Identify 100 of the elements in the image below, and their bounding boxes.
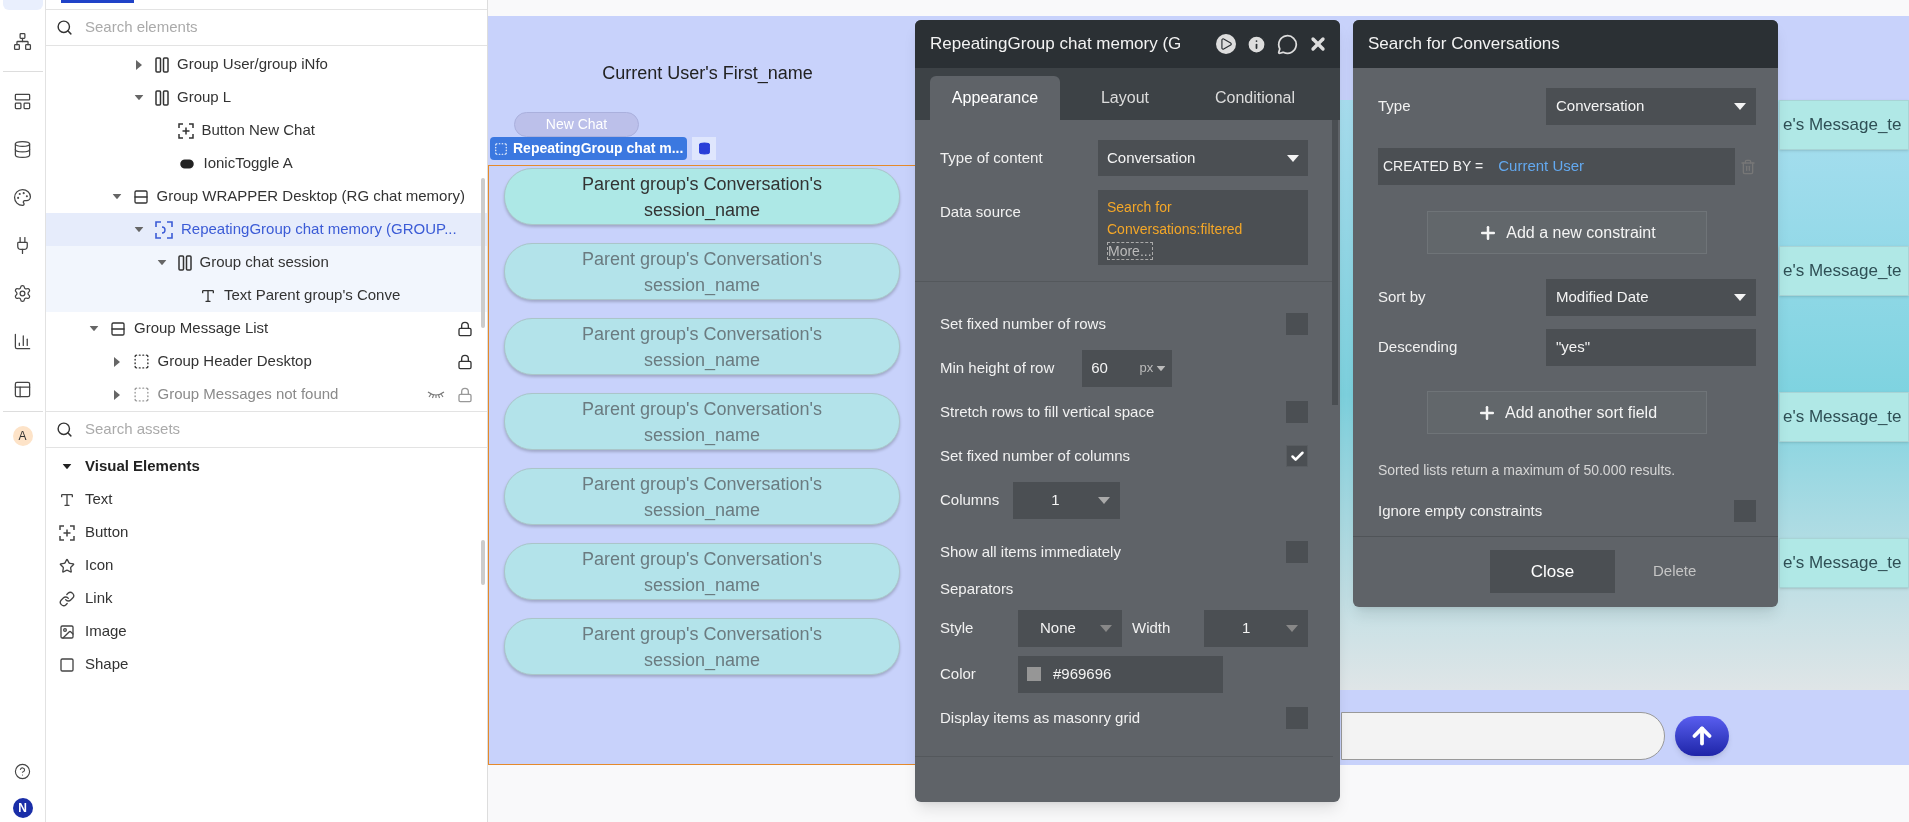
- settings-icon[interactable]: [13, 284, 32, 303]
- descending-field[interactable]: "yes": [1546, 329, 1756, 366]
- collapse-caret-icon: [157, 259, 166, 266]
- dashed-square-icon: [132, 353, 150, 370]
- tab[interactable]: Layout: [1060, 76, 1190, 120]
- expression-text: Search for Conversations:filtered: [1107, 199, 1243, 237]
- unit-dropdown[interactable]: px: [1139, 358, 1173, 378]
- session-cell: Parent group's Conversation's session_name: [504, 168, 900, 225]
- asset-item[interactable]: Text: [46, 483, 487, 516]
- asset-item[interactable]: Link: [46, 582, 487, 615]
- asset-item[interactable]: Shape: [46, 648, 487, 681]
- tree-item-label: Group Message List: [134, 318, 269, 339]
- checkbox[interactable]: [1286, 445, 1308, 467]
- message-bubble: e's Message_te: [1779, 392, 1909, 442]
- asset-item[interactable]: Image: [46, 615, 487, 648]
- tree-item[interactable]: RepeatingGroup chat memory (GROUP...: [46, 213, 487, 246]
- add-sort-button[interactable]: Add another sort field: [1427, 391, 1707, 434]
- field-label: Style: [940, 619, 974, 636]
- collapse-caret-icon: [112, 193, 121, 200]
- tree-item-label: Group User/group iNfo: [177, 54, 328, 75]
- window-title: Search for Conversations: [1368, 33, 1560, 56]
- info-icon[interactable]: [1246, 33, 1267, 55]
- account-avatar[interactable]: N: [12, 798, 33, 818]
- field-label: Columns: [940, 489, 1000, 510]
- bar-chart-icon[interactable]: [13, 332, 32, 351]
- dashed-square-icon: [132, 386, 150, 403]
- expand-caret-icon: [136, 59, 142, 70]
- user-avatar[interactable]: A: [12, 426, 33, 446]
- dropdown[interactable]: 1: [1013, 481, 1121, 519]
- caret-icon: [1098, 496, 1111, 504]
- text-icon: [59, 491, 75, 508]
- tree-item[interactable]: Text Parent group's Conve: [46, 279, 487, 312]
- expand-caret-icon: [113, 389, 120, 400]
- add-constraint-button[interactable]: Add a new constraint: [1427, 211, 1707, 254]
- more-link[interactable]: More...: [1107, 242, 1153, 260]
- sitemap-icon[interactable]: [13, 32, 32, 51]
- field-label: Ignore empty constraints: [1378, 500, 1543, 521]
- tree-item-label: Group L: [177, 87, 232, 108]
- field-label: Color: [940, 665, 976, 682]
- dropdown[interactable]: 1: [1204, 609, 1308, 647]
- image-icon: [59, 623, 75, 640]
- close-button[interactable]: Close: [1490, 550, 1615, 593]
- color-field[interactable]: #969696: [1018, 655, 1223, 693]
- dropdown[interactable]: Conversation: [1546, 88, 1756, 125]
- expression-field[interactable]: Search for Conversations:filtered More...: [1098, 190, 1308, 265]
- constraint-field: CREATED BY =: [1383, 156, 1484, 177]
- element-search-field[interactable]: Search elements: [85, 16, 477, 39]
- dropdown[interactable]: Modified Date: [1546, 279, 1756, 316]
- asset-item[interactable]: Icon: [46, 549, 487, 582]
- scrollbar[interactable]: [481, 540, 485, 585]
- field-label: Set fixed number of columns: [940, 445, 1131, 466]
- lock-icon[interactable]: [457, 320, 473, 337]
- caret-icon: [1156, 365, 1166, 371]
- template-icon[interactable]: [13, 380, 32, 399]
- tab[interactable]: Conditional: [1190, 76, 1320, 120]
- check-icon: [1289, 448, 1305, 464]
- asset-item[interactable]: Button: [46, 516, 487, 549]
- lock-icon[interactable]: [457, 353, 473, 370]
- tree-item[interactable]: Group chat session: [46, 246, 487, 279]
- tree-item-label: Group Header Desktop: [157, 351, 312, 372]
- dashed-square-icon: [155, 220, 173, 239]
- selection-tag[interactable]: RepeatingGroup chat m...: [490, 137, 688, 160]
- field-label: Stretch rows to fill vertical space: [940, 401, 1155, 422]
- message-input[interactable]: [1341, 712, 1665, 760]
- header-title: Current User's First_name: [601, 62, 814, 86]
- section-caret-icon[interactable]: [61, 463, 73, 470]
- collapse-caret-icon: [134, 94, 144, 101]
- message-bubble: e's Message_te: [1779, 100, 1909, 150]
- collapse-caret-icon: [62, 463, 72, 470]
- delete-button[interactable]: Delete: [1653, 560, 1697, 583]
- number-field[interactable]: 60 px: [1082, 349, 1173, 387]
- send-button[interactable]: [1675, 716, 1729, 756]
- play-icon[interactable]: [1216, 34, 1236, 54]
- star-icon: [59, 557, 75, 574]
- caret-icon: [1734, 103, 1746, 110]
- field-label: Width: [1132, 617, 1172, 638]
- message-bubble: e's Message_te: [1779, 246, 1909, 296]
- dropdown[interactable]: None: [1018, 609, 1122, 647]
- collapse-caret-icon: [134, 226, 144, 233]
- caret-icon: [1286, 624, 1298, 632]
- scrollbar[interactable]: [1332, 120, 1338, 405]
- constraint-row[interactable]: CREATED BY = Current User: [1378, 148, 1735, 185]
- session-cell: Parent group's Conversation's session_name: [504, 393, 900, 450]
- scrollbar[interactable]: [481, 178, 485, 328]
- field-label: Min height of row: [940, 357, 1055, 378]
- comment-icon[interactable]: [1277, 33, 1298, 55]
- field-label: Display items as masonry grid: [940, 707, 1141, 728]
- palette-icon[interactable]: [13, 188, 32, 207]
- close-icon[interactable]: [1308, 34, 1328, 54]
- field-label: Separators: [940, 578, 1014, 599]
- section-title: Visual Elements: [85, 456, 200, 477]
- layout-icon[interactable]: [13, 92, 32, 111]
- tab[interactable]: Appearance: [930, 76, 1060, 120]
- asset-search-field[interactable]: Search assets: [85, 418, 477, 441]
- help-icon[interactable]: [14, 763, 31, 780]
- caret-icon: [1734, 294, 1746, 301]
- search-icon: [56, 19, 73, 36]
- dropdown[interactable]: Conversation: [1098, 140, 1308, 176]
- data-source-badge[interactable]: [692, 137, 717, 160]
- message-bubble: e's Message_te: [1779, 538, 1909, 588]
